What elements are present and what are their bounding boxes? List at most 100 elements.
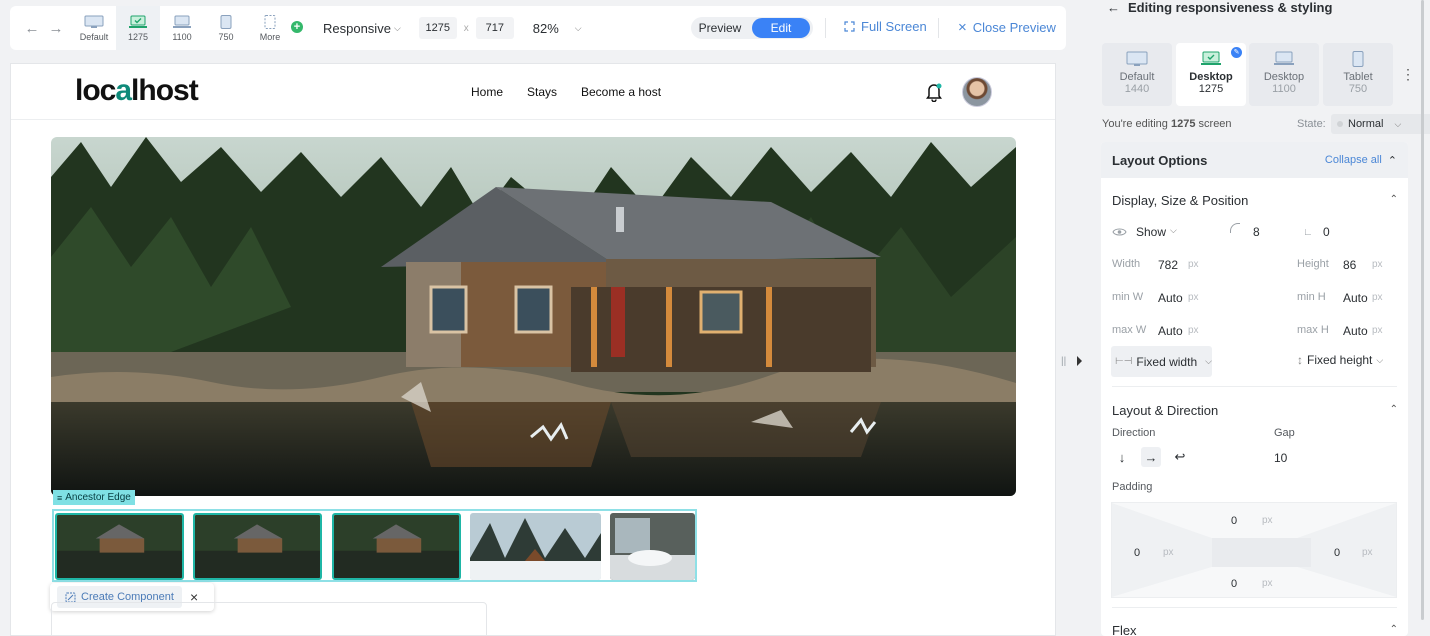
- device-750-button[interactable]: 750: [204, 6, 248, 50]
- device-label: 750: [218, 31, 234, 42]
- thumbnail-cabin-2[interactable]: [193, 513, 322, 580]
- max-width-input[interactable]: Auto: [1158, 324, 1183, 338]
- fixed-height-label: Fixed height: [1307, 353, 1373, 367]
- tablet-icon: [220, 14, 232, 29]
- height-arrows-icon: ↕: [1297, 353, 1303, 367]
- edit-badge-icon: ✎: [1231, 47, 1242, 58]
- device-label: Default: [79, 31, 109, 42]
- device-default-button[interactable]: Default: [72, 6, 116, 50]
- close-preview-button[interactable]: × Close Preview: [958, 19, 1056, 36]
- thumbnail-cabin-3[interactable]: [332, 513, 461, 580]
- tab-default-1440[interactable]: Default 1440: [1102, 43, 1172, 106]
- display-section-title[interactable]: Display, Size & Position: [1112, 193, 1248, 208]
- nav-home[interactable]: Home: [471, 85, 503, 99]
- caret-right-icon[interactable]: [1077, 356, 1082, 366]
- dimension-separator: x: [463, 22, 469, 34]
- min-width-unit: px: [1188, 292, 1199, 303]
- min-width-input[interactable]: Auto: [1158, 291, 1183, 305]
- height-label: Height: [1297, 258, 1329, 270]
- fixed-height-select[interactable]: ↕ Fixed height ⌵: [1297, 353, 1383, 367]
- gap-label: Gap: [1274, 427, 1295, 439]
- direction-row-icon[interactable]: →: [1141, 447, 1161, 467]
- chevron-down-icon: ⌵: [393, 22, 401, 33]
- flex-section-title[interactable]: Flex: [1112, 623, 1137, 636]
- panel-resize-handle[interactable]: ||: [1061, 356, 1066, 367]
- visibility-select[interactable]: Show: [1136, 225, 1166, 239]
- nav-become-host[interactable]: Become a host: [581, 85, 661, 99]
- site-logo[interactable]: localhost: [75, 74, 199, 108]
- edit-button[interactable]: Edit: [752, 18, 810, 38]
- corner-input[interactable]: 0: [1323, 225, 1330, 239]
- nav-stays[interactable]: Stays: [527, 85, 557, 99]
- height-input[interactable]: 86: [1343, 258, 1356, 272]
- width-input[interactable]: 782: [1158, 258, 1178, 272]
- radius-input[interactable]: 8: [1253, 225, 1260, 239]
- kebab-menu-icon[interactable]: ⋮: [1401, 66, 1415, 83]
- padding-left-input[interactable]: 0: [1134, 547, 1140, 559]
- laptop-icon: [1274, 51, 1294, 65]
- thumbnail-cabin-1[interactable]: [55, 513, 184, 580]
- device-more-button[interactable]: More: [248, 6, 292, 50]
- styling-panel: ← Editing responsiveness & styling Defau…: [1087, 0, 1430, 636]
- layout-options-header[interactable]: Layout Options Collapse all ⌃: [1101, 142, 1408, 178]
- chevron-up-icon[interactable]: ⌃: [1390, 624, 1398, 635]
- collapse-all-button[interactable]: Collapse all ⌃: [1325, 154, 1397, 167]
- tab-name: Default: [1119, 71, 1155, 83]
- content-card-placeholder: [51, 602, 487, 635]
- zoom-select[interactable]: 82% ⌵: [533, 21, 582, 36]
- logo-text-accent: a: [115, 74, 132, 107]
- fixed-width-select[interactable]: ⊢⊣ Fixed width ⌵: [1111, 346, 1212, 377]
- width-input[interactable]: 1275: [418, 17, 457, 39]
- device-1100-button[interactable]: 1100: [160, 6, 204, 50]
- width-unit: px: [1188, 259, 1199, 270]
- thumbnail-row[interactable]: [52, 509, 697, 582]
- padding-bottom-input[interactable]: 0: [1231, 578, 1237, 590]
- chevron-up-icon[interactable]: ⌃: [1390, 404, 1398, 415]
- tablet-icon: [1352, 51, 1364, 67]
- hero-cabin-image[interactable]: [51, 137, 1016, 496]
- max-height-input[interactable]: Auto: [1343, 324, 1368, 338]
- padding-label: Padding: [1112, 481, 1153, 493]
- padding-right-input[interactable]: 0: [1334, 547, 1340, 559]
- min-height-input[interactable]: Auto: [1343, 291, 1368, 305]
- full-screen-button[interactable]: Full Screen: [844, 19, 927, 34]
- gap-input[interactable]: 10: [1274, 451, 1287, 465]
- ancestor-edge-label[interactable]: ≡ Ancestor Edge: [53, 490, 135, 505]
- padding-top-input[interactable]: 0: [1231, 515, 1237, 527]
- more-devices-icon: [264, 14, 276, 29]
- full-screen-label: Full Screen: [861, 19, 927, 34]
- device-1275-button[interactable]: 1275: [116, 6, 160, 50]
- layout-direction-section-title[interactable]: Layout & Direction: [1112, 403, 1218, 418]
- device-label: 1100: [172, 31, 192, 42]
- chevron-down-icon: ⌵: [1170, 225, 1177, 235]
- chevron-down-icon: ⌵: [1394, 118, 1402, 129]
- forward-arrow-icon[interactable]: →: [48, 20, 64, 37]
- chevron-up-icon[interactable]: ⌃: [1390, 194, 1398, 205]
- thumbnail-snow-cabin[interactable]: [470, 513, 601, 580]
- back-arrow-icon[interactable]: ←: [24, 20, 40, 37]
- max-height-label: max H: [1297, 324, 1329, 336]
- panel-scrollbar[interactable]: [1421, 0, 1424, 620]
- tab-desktop-1100[interactable]: Desktop 1100: [1249, 43, 1319, 106]
- min-height-unit: px: [1372, 292, 1383, 303]
- responsive-mode-select[interactable]: Responsive ⌵: [323, 21, 401, 36]
- tab-tablet-750[interactable]: Tablet 750: [1323, 43, 1393, 106]
- height-input[interactable]: 717: [475, 17, 514, 39]
- direction-column-icon[interactable]: ↓: [1112, 447, 1132, 467]
- back-arrow-icon[interactable]: ←: [1107, 0, 1120, 15]
- chevron-up-icon: ⌃: [1387, 154, 1397, 167]
- monitor-icon: [84, 15, 104, 28]
- add-device-icon[interactable]: +: [291, 21, 303, 33]
- editing-width: 1275: [1170, 118, 1196, 130]
- avatar[interactable]: [962, 77, 992, 107]
- tab-desktop-1275[interactable]: Desktop 1275 ✎: [1176, 43, 1246, 106]
- direction-wrap-icon[interactable]: ↩: [1170, 447, 1190, 467]
- max-height-unit: px: [1372, 325, 1383, 336]
- thumbnail-snow-interior[interactable]: [610, 513, 695, 580]
- preview-button[interactable]: Preview: [691, 21, 749, 35]
- notification-bell-icon[interactable]: [925, 82, 943, 102]
- preview-edit-toggle: Preview Edit: [691, 17, 813, 39]
- logo-text: lhost: [131, 74, 199, 107]
- monitor-icon: [1126, 51, 1148, 66]
- state-select[interactable]: Normal ⌵: [1331, 114, 1430, 134]
